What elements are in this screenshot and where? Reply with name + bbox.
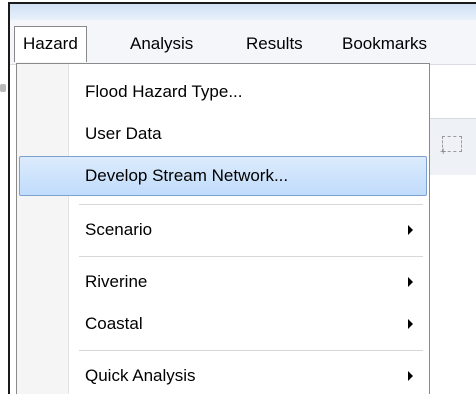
triangle-right-icon — [408, 277, 413, 287]
window-edge-mark — [0, 84, 6, 92]
select-polygon-icon[interactable] — [440, 136, 462, 157]
menu-item-user-data[interactable]: User Data — [19, 114, 427, 154]
menu-item-label: Flood Hazard Type... — [85, 82, 243, 101]
menu-item-coastal[interactable]: Coastal — [19, 304, 427, 344]
app-window: Hazard Analysis Results Bookmarks Flood … — [0, 0, 476, 394]
hazard-dropdown-menu: Flood Hazard Type... User Data Develop S… — [16, 63, 430, 394]
menu-separator — [79, 204, 423, 206]
menu-item-label: Riverine — [85, 272, 148, 291]
menu-analysis[interactable]: Analysis — [122, 26, 201, 62]
menu-item-flood-hazard-type[interactable]: Flood Hazard Type... — [19, 72, 427, 112]
menu-separator — [79, 350, 423, 352]
menu-separator — [79, 256, 423, 258]
menu-item-label: Develop Stream Network... — [85, 166, 289, 185]
menu-bar: Hazard Analysis Results Bookmarks — [10, 20, 476, 65]
menu-item-quick-analysis[interactable]: Quick Analysis — [19, 356, 427, 394]
triangle-right-icon — [408, 225, 413, 235]
triangle-right-icon — [408, 319, 413, 329]
window-title-strip — [8, 2, 476, 20]
menu-item-label: Coastal — [85, 314, 143, 333]
menu-item-develop-stream-network[interactable]: Develop Stream Network... — [19, 156, 427, 196]
menu-item-riverine[interactable]: Riverine — [19, 262, 427, 302]
menu-item-label: User Data — [85, 124, 162, 143]
menu-item-label: Scenario — [85, 220, 153, 239]
menu-bookmarks[interactable]: Bookmarks — [334, 26, 435, 62]
menu-results[interactable]: Results — [238, 26, 311, 62]
menu-item-scenario[interactable]: Scenario — [19, 210, 427, 250]
menu-item-label: Quick Analysis — [85, 366, 196, 385]
triangle-right-icon — [408, 371, 413, 381]
menu-hazard[interactable]: Hazard — [14, 26, 87, 62]
